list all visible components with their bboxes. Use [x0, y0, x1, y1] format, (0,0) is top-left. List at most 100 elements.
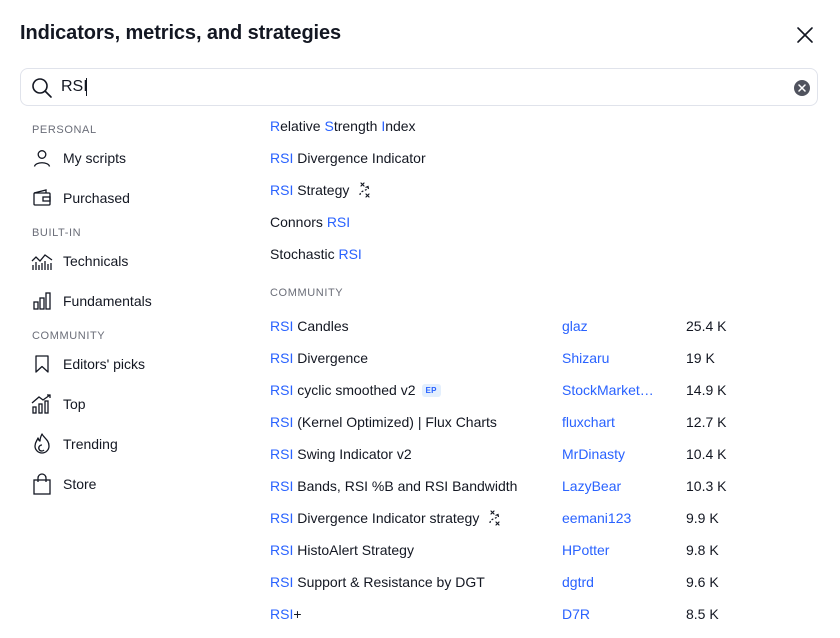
sidebar-section-label: COMMUNITY: [32, 330, 106, 342]
strategy-icon: [489, 510, 500, 526]
editors-pick-badge: EP: [421, 384, 441, 397]
indicator-name: Stochastic RSI: [270, 246, 362, 262]
boost-count: 9.9 K: [686, 510, 719, 526]
sidebar-item-trending[interactable]: Trending: [20, 427, 240, 461]
builtin-result-row[interactable]: RSI Strategy: [270, 176, 818, 206]
name-text: Swing Indicator v2: [293, 446, 412, 462]
community-result-row[interactable]: RSI Candles glaz 25.4 K: [270, 312, 818, 342]
script-name: RSI+: [270, 606, 302, 622]
script-name: RSI Swing Indicator v2: [270, 446, 412, 462]
script-author-link[interactable]: StockMarket…: [562, 382, 654, 398]
search-input[interactable]: [61, 75, 761, 99]
clear-icon: [798, 84, 806, 92]
name-text: cyclic smoothed v2: [293, 382, 416, 398]
match-highlight: RSI: [270, 478, 294, 494]
script-author-link[interactable]: MrDinasty: [562, 446, 625, 462]
match-highlight: R: [270, 118, 281, 134]
name-text: Stochastic: [270, 246, 339, 262]
script-author-link[interactable]: HPotter: [562, 542, 609, 558]
sidebar-item-technicals[interactable]: Technicals: [20, 244, 240, 278]
name-text: Bands, RSI %B and RSI Bandwidth: [293, 478, 518, 494]
match-highlight: RSI: [270, 542, 294, 558]
community-result-row[interactable]: RSI HistoAlert Strategy HPotter 9.8 K: [270, 536, 818, 566]
top-chart-icon: [31, 393, 53, 415]
sidebar-item-top[interactable]: Top: [20, 387, 240, 421]
dialog-title: Indicators, metrics, and strategies: [20, 22, 342, 44]
match-highlight: RSI: [270, 182, 294, 198]
name-text: Divergence Indicator: [293, 150, 426, 166]
sidebar-item-label: Top: [63, 396, 86, 412]
builtin-result-row[interactable]: Stochastic RSI: [270, 240, 818, 270]
community-result-row[interactable]: RSI Swing Indicator v2 MrDinasty 10.4 K: [270, 440, 818, 470]
name-text: elative: [280, 118, 325, 134]
name-text: ndex: [385, 118, 416, 134]
script-name: RSI Bands, RSI %B and RSI Bandwidth: [270, 478, 517, 494]
script-name: RSI cyclic smoothed v2 EP: [270, 382, 441, 398]
sidebar-item-label: Technicals: [63, 253, 129, 269]
name-text: +: [293, 606, 302, 622]
community-result-row[interactable]: RSI+ D7R 8.5 K: [270, 600, 818, 630]
match-highlight: RSI: [270, 150, 294, 166]
sidebar-item-label: Editors' picks: [63, 356, 146, 372]
community-result-row[interactable]: RSI (Kernel Optimized) | Flux Charts flu…: [270, 408, 818, 438]
match-highlight: RSI: [270, 606, 294, 622]
community-result-row[interactable]: RSI Bands, RSI %B and RSI Bandwidth Lazy…: [270, 472, 818, 502]
sidebar-item-my-scripts[interactable]: My scripts: [20, 141, 240, 175]
indicator-name: RSI Divergence Indicator: [270, 150, 426, 166]
community-result-row[interactable]: RSI cyclic smoothed v2 EP StockMarket… 14…: [270, 376, 818, 406]
text-caret: [86, 78, 87, 96]
sidebar-item-fundamentals[interactable]: Fundamentals: [20, 284, 240, 318]
script-author-link[interactable]: glaz: [562, 318, 588, 334]
builtin-result-row[interactable]: Relative Strength Index: [270, 112, 818, 142]
name-text: Divergence: [293, 350, 369, 366]
sidebar-section-label: BUILT-IN: [32, 227, 82, 239]
match-highlight: RSI: [270, 574, 294, 590]
script-author-link[interactable]: dgtrd: [562, 574, 594, 590]
match-highlight: RSI: [338, 246, 362, 262]
name-text: Candles: [293, 318, 349, 334]
script-name: RSI Support & Resistance by DGT: [270, 574, 485, 590]
indicator-name: Relative Strength Index: [270, 118, 416, 134]
user-icon: [31, 147, 53, 169]
indicator-name: RSI Strategy: [270, 182, 371, 198]
match-highlight: RSI: [270, 414, 294, 430]
sidebar-section-label: PERSONAL: [32, 124, 97, 136]
bar-chart-icon: [31, 290, 53, 312]
sidebar-item-purchased[interactable]: Purchased: [20, 181, 240, 215]
script-author-link[interactable]: Shizaru: [562, 350, 609, 366]
script-author-link[interactable]: fluxchart: [562, 414, 615, 430]
sidebar-item-label: Trending: [63, 436, 118, 452]
clear-search-button[interactable]: [794, 80, 810, 96]
script-author-link[interactable]: D7R: [562, 606, 590, 622]
builtin-result-row[interactable]: RSI Divergence Indicator: [270, 144, 818, 174]
sidebar-item-label: Purchased: [63, 190, 130, 206]
boost-count: 9.6 K: [686, 574, 719, 590]
community-result-row[interactable]: RSI Divergence Shizaru 19 K: [270, 344, 818, 374]
boost-count: 10.4 K: [686, 446, 727, 462]
boost-count: 25.4 K: [686, 318, 727, 334]
match-highlight: RSI: [270, 510, 294, 526]
script-author-link[interactable]: eemani123: [562, 510, 631, 526]
strategy-icon: [359, 182, 370, 198]
name-text: (Kernel Optimized) | Flux Charts: [293, 414, 497, 430]
builtin-result-row[interactable]: Connors RSI: [270, 208, 818, 238]
boost-count: 9.8 K: [686, 542, 719, 558]
shopping-bag-icon: [31, 473, 53, 495]
close-button[interactable]: [792, 22, 818, 48]
indicators-dialog: Indicators, metrics, and strategies PERS…: [0, 0, 840, 638]
boost-count: 10.3 K: [686, 478, 727, 494]
script-name: RSI Divergence Indicator strategy: [270, 510, 501, 526]
sidebar-item-store[interactable]: Store: [20, 467, 240, 501]
name-text: trength: [333, 118, 382, 134]
community-result-row[interactable]: RSI Divergence Indicator strategy eemani…: [270, 504, 818, 534]
community-result-row[interactable]: RSI Support & Resistance by DGT dgtrd 9.…: [270, 568, 818, 598]
match-highlight: RSI: [326, 214, 351, 230]
match-highlight: S: [324, 118, 334, 134]
sidebar-item-editors-picks[interactable]: Editors' picks: [20, 347, 240, 381]
bookmark-icon: [31, 353, 53, 375]
close-icon: [797, 27, 813, 43]
name-text: Support & Resistance by DGT: [293, 574, 485, 590]
boost-count: 14.9 K: [686, 382, 727, 398]
search-box[interactable]: [20, 68, 818, 106]
script-author-link[interactable]: LazyBear: [562, 478, 621, 494]
